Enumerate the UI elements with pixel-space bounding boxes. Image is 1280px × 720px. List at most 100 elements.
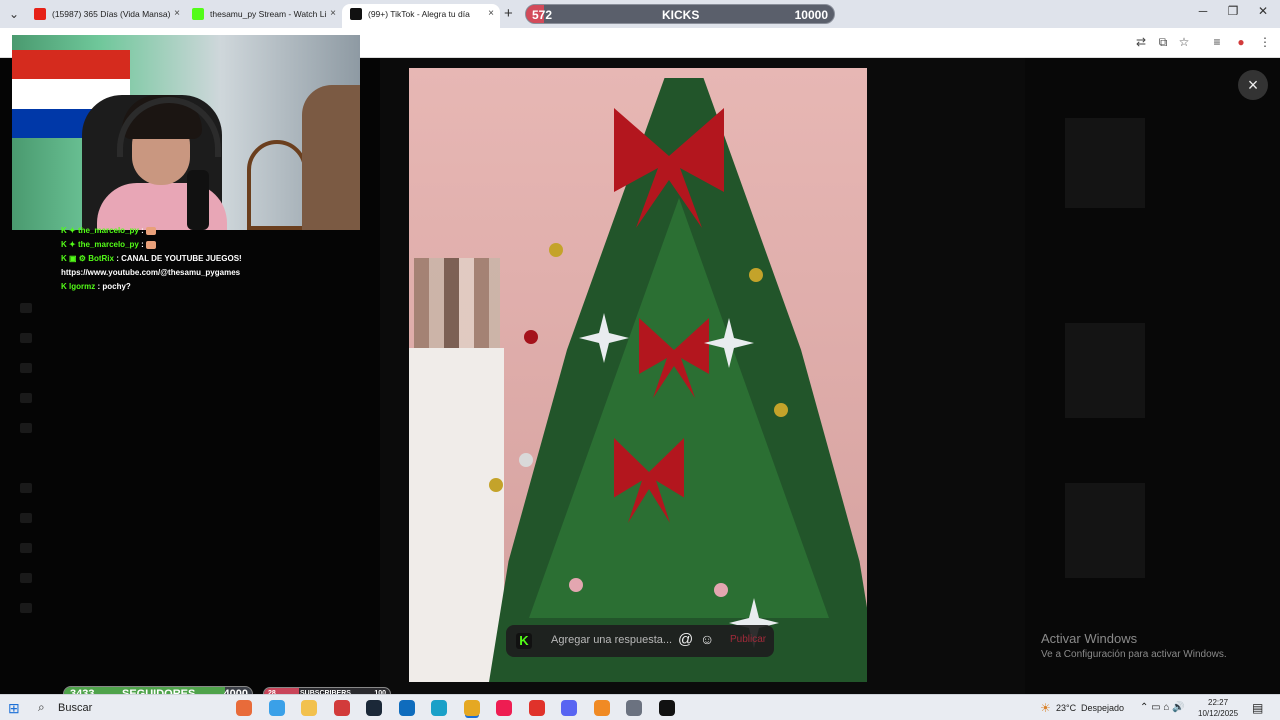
app-orange-icon[interactable] xyxy=(593,700,610,716)
white-curtain xyxy=(409,348,504,682)
dimmed-comments-column xyxy=(1025,58,1280,694)
tab-label: thesamu_py Stream - Watch Li xyxy=(210,9,327,19)
chat-badges: K xyxy=(61,282,67,291)
sidebar-item-icon xyxy=(20,543,32,553)
chat-username: BotRix xyxy=(88,254,114,263)
start-icon[interactable]: ⊞ xyxy=(8,700,20,717)
sidebar-item-icon xyxy=(20,603,32,613)
chat-badges: K ✦ xyxy=(61,240,76,249)
minimize-button[interactable]: ─ xyxy=(1188,4,1218,18)
weather-condition[interactable]: Despejado xyxy=(1081,695,1124,720)
close-window-button[interactable]: ✕ xyxy=(1248,4,1278,18)
emoji-icon[interactable]: ☺ xyxy=(700,631,714,647)
dimmed-thumb xyxy=(1065,118,1145,208)
sidebar-item-icon xyxy=(20,333,32,343)
media-icon[interactable]: ≡ xyxy=(1209,34,1225,50)
chat-message: K ▣ ⚙ BotRix : CANAL DE YOUTUBE JUEGOS! xyxy=(61,252,361,266)
chat-username: the_marcelo_py xyxy=(77,226,139,235)
ornament-ball xyxy=(524,330,538,344)
discord-icon[interactable] xyxy=(561,700,577,716)
emote-sticker xyxy=(145,240,156,249)
kicks-current: 572 xyxy=(532,8,553,22)
ornament-ball xyxy=(569,578,583,592)
sidebar-item-icon xyxy=(20,303,32,313)
install-icon[interactable]: ⧉ xyxy=(1155,34,1171,50)
sidebar-item-icon xyxy=(20,513,32,523)
taskbar-clock[interactable]: 22:27 10/12/2025 xyxy=(1198,697,1238,719)
edge-icon[interactable] xyxy=(431,700,447,716)
microphone xyxy=(187,170,209,230)
sidebar-item-icon xyxy=(20,573,32,583)
steam-icon[interactable] xyxy=(366,700,382,716)
post-button[interactable]: Publicar xyxy=(730,634,766,645)
kicks-goal: 10000 xyxy=(794,8,828,22)
chat-username: the_marcelo_py xyxy=(77,240,139,249)
chat-username: lgormz xyxy=(69,282,96,291)
windows-taskbar: ⊞ ⌕ Buscar ☀ 23°C Despejado ⌃ ▭ ⌂ 🔊 22:2… xyxy=(0,694,1280,720)
sidebar-item-icon xyxy=(20,423,32,433)
widget-icon[interactable] xyxy=(236,700,252,716)
ornament-ball xyxy=(714,583,728,597)
tab-label: (99+) TikTok - Alegra tu día xyxy=(368,9,470,19)
chat-text: CANAL DE YOUTUBE JUEGOS! xyxy=(121,254,242,263)
reply-box[interactable]: K Agregar una respuesta... @ ☺ Publicar xyxy=(506,625,774,657)
files-icon[interactable] xyxy=(301,700,317,716)
menu-icon[interactable]: ⋮ xyxy=(1257,34,1273,50)
youtube-icon xyxy=(34,8,46,20)
clock-date: 10/12/2025 xyxy=(1198,709,1239,718)
sidebar-item-icon xyxy=(20,393,32,403)
tab-label: (15987) 365 Días (Vida Mansa) xyxy=(52,9,171,19)
watermark-subtitle: Ve a Configuración para activar Windows. xyxy=(1041,649,1227,660)
ornament-ball xyxy=(489,478,503,492)
close-tab-icon[interactable]: × xyxy=(488,4,494,24)
search-icon: ⌕ xyxy=(38,700,45,714)
activate-windows-watermark: Activar Windows Ve a Configuración para … xyxy=(1041,631,1227,660)
system-tray-icons[interactable]: ⌃ ▭ ⌂ 🔊 xyxy=(1140,695,1185,720)
chat-text: https://www.youtube.com/@thesamu_pygames xyxy=(61,268,241,277)
clock-time: 22:27 xyxy=(1208,698,1229,707)
chat-separator: : xyxy=(138,226,146,235)
notification-icon[interactable]: ▤ xyxy=(1252,695,1263,720)
ornament-ball xyxy=(749,268,763,282)
translate-icon[interactable]: ⇄ xyxy=(1133,34,1149,50)
chair xyxy=(247,140,307,230)
dimmed-thumb xyxy=(1065,323,1145,418)
store-icon[interactable] xyxy=(268,700,285,716)
weather-icon: ☀ xyxy=(1040,701,1051,715)
chat-overlay: K ✦ the_marcelo_py : K ✦ the_marcelo_py … xyxy=(61,224,361,294)
restore-button[interactable]: ❐ xyxy=(1218,4,1248,18)
tab-kick[interactable]: thesamu_py Stream - Watch Li × xyxy=(184,4,342,28)
chat-message: K lgormz : pochy? xyxy=(61,280,361,294)
photo-viewer-image[interactable] xyxy=(409,68,867,682)
outlook-icon[interactable] xyxy=(398,700,415,716)
chrome-icon[interactable] xyxy=(463,700,480,716)
chat-message: K ✦ the_marcelo_py : xyxy=(61,238,361,252)
search-label: Buscar xyxy=(58,702,93,714)
chat-badges: K ✦ xyxy=(61,226,76,235)
taskbar-search[interactable]: ⌕ Buscar xyxy=(32,698,212,718)
ornament-ball xyxy=(519,453,533,467)
tiktok-icon[interactable] xyxy=(496,700,512,716)
tab-youtube[interactable]: (15987) 365 Días (Vida Mansa) × xyxy=(26,4,186,28)
screen: ⌄ (15987) 365 Días (Vida Mansa) × thesam… xyxy=(0,0,1280,720)
app-red-icon[interactable] xyxy=(333,700,350,716)
app-red2-icon[interactable] xyxy=(528,700,545,716)
star-icon[interactable]: ☆ xyxy=(1176,34,1192,50)
kick-icon xyxy=(192,8,204,20)
capcut-icon[interactable] xyxy=(658,700,675,716)
chat-message: K ✦ the_marcelo_py : xyxy=(61,224,361,238)
weather-temp[interactable]: 23°C xyxy=(1056,695,1076,720)
mention-icon[interactable]: @ xyxy=(678,631,693,648)
close-viewer-button[interactable]: × xyxy=(1238,70,1268,100)
settings-icon[interactable] xyxy=(626,700,642,716)
ornament-ball xyxy=(774,403,788,417)
new-tab-button[interactable]: + xyxy=(504,5,513,22)
profile-icon[interactable]: ● xyxy=(1233,34,1249,50)
reply-input[interactable]: Agregar una respuesta... xyxy=(551,634,672,646)
webcam-overlay xyxy=(12,35,360,230)
tab-search-icon[interactable]: ⌄ xyxy=(6,6,22,22)
sidebar-item-icon xyxy=(20,483,32,493)
tab-tiktok[interactable]: (99+) TikTok - Alegra tu día × xyxy=(342,4,500,28)
close-tab-icon[interactable]: × xyxy=(330,4,336,24)
close-tab-icon[interactable]: × xyxy=(174,4,180,24)
